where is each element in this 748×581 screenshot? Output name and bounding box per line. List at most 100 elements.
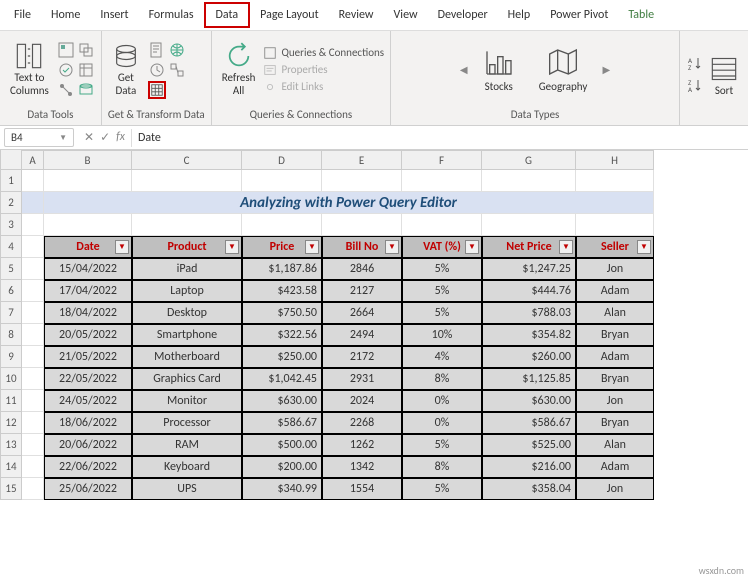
table-cell[interactable]: 20/06/2022 — [44, 434, 132, 456]
cancel-formula-icon[interactable]: ✕ — [84, 130, 94, 145]
filter-button[interactable]: ▼ — [225, 240, 239, 254]
filter-button[interactable]: ▼ — [305, 240, 319, 254]
tab-developer[interactable]: Developer — [428, 4, 498, 26]
table-cell[interactable]: $525.00 — [482, 434, 576, 456]
cell[interactable] — [576, 214, 654, 236]
table-cell[interactable]: Jon — [576, 258, 654, 280]
cell[interactable] — [22, 368, 44, 390]
tab-help[interactable]: Help — [498, 4, 541, 26]
row-header-1[interactable]: 1 — [0, 170, 22, 192]
table-cell[interactable]: $260.00 — [482, 346, 576, 368]
table-header[interactable]: Net Price▼ — [482, 236, 576, 258]
col-header-E[interactable]: E — [322, 150, 402, 170]
table-cell[interactable]: Smartphone — [132, 324, 242, 346]
existing-connections-button[interactable] — [168, 61, 186, 79]
table-cell[interactable]: 17/04/2022 — [44, 280, 132, 302]
cell[interactable] — [132, 214, 242, 236]
table-cell[interactable]: $1,125.85 — [482, 368, 576, 390]
cell[interactable] — [22, 258, 44, 280]
table-cell[interactable]: 2494 — [322, 324, 402, 346]
cell[interactable] — [482, 214, 576, 236]
cell[interactable] — [22, 170, 44, 192]
table-cell[interactable]: 5% — [402, 302, 482, 324]
table-cell[interactable]: $1,042.45 — [242, 368, 322, 390]
filter-button[interactable]: ▼ — [637, 240, 651, 254]
table-cell[interactable]: 2268 — [322, 412, 402, 434]
table-cell[interactable]: iPad — [132, 258, 242, 280]
cell[interactable] — [22, 236, 44, 258]
table-cell[interactable]: Bryan — [576, 368, 654, 390]
datatypes-next[interactable]: ▶ — [599, 63, 613, 76]
cell[interactable] — [322, 170, 402, 192]
data-validation-button[interactable] — [57, 61, 75, 79]
row-header-14[interactable]: 14 — [0, 456, 22, 478]
table-cell[interactable]: $586.67 — [242, 412, 322, 434]
table-cell[interactable]: Desktop — [132, 302, 242, 324]
cell[interactable] — [22, 302, 44, 324]
row-header-7[interactable]: 7 — [0, 302, 22, 324]
cell[interactable] — [132, 170, 242, 192]
table-cell[interactable]: 2024 — [322, 390, 402, 412]
tab-view[interactable]: View — [384, 4, 428, 26]
cell[interactable] — [402, 214, 482, 236]
table-header[interactable]: Price▼ — [242, 236, 322, 258]
table-cell[interactable]: 8% — [402, 368, 482, 390]
row-header-10[interactable]: 10 — [0, 368, 22, 390]
fx-icon[interactable]: fx — [116, 130, 125, 145]
tab-page-layout[interactable]: Page Layout — [250, 4, 328, 26]
cell[interactable] — [22, 456, 44, 478]
table-cell[interactable]: 25/06/2022 — [44, 478, 132, 500]
sort-desc-button[interactable]: ZA — [686, 77, 702, 97]
table-cell[interactable]: 22/06/2022 — [44, 456, 132, 478]
tab-file[interactable]: File — [4, 4, 41, 26]
cell[interactable] — [242, 170, 322, 192]
table-cell[interactable]: Adam — [576, 456, 654, 478]
col-header-F[interactable]: F — [402, 150, 482, 170]
table-header[interactable]: Bill No▼ — [322, 236, 402, 258]
cell[interactable] — [44, 214, 132, 236]
table-cell[interactable]: $1,187.86 — [242, 258, 322, 280]
table-cell[interactable]: $444.76 — [482, 280, 576, 302]
table-cell[interactable]: Alan — [576, 302, 654, 324]
table-cell[interactable]: 15/04/2022 — [44, 258, 132, 280]
from-text-button[interactable] — [148, 41, 166, 59]
cell[interactable] — [22, 280, 44, 302]
name-box[interactable]: B4 ▼ — [4, 128, 74, 147]
sort-button[interactable]: Sort — [706, 53, 742, 99]
table-cell[interactable]: RAM — [132, 434, 242, 456]
table-cell[interactable]: $500.00 — [242, 434, 322, 456]
table-cell[interactable]: Monitor — [132, 390, 242, 412]
filter-button[interactable]: ▼ — [559, 240, 573, 254]
tab-review[interactable]: Review — [329, 4, 384, 26]
datatypes-prev[interactable]: ◀ — [457, 63, 471, 76]
table-cell[interactable]: 2664 — [322, 302, 402, 324]
tab-home[interactable]: Home — [41, 4, 90, 26]
table-cell[interactable]: 0% — [402, 390, 482, 412]
table-cell[interactable]: 2127 — [322, 280, 402, 302]
tab-insert[interactable]: Insert — [90, 4, 138, 26]
text-to-columns-button[interactable]: Text to Columns — [6, 40, 53, 98]
table-cell[interactable]: 24/05/2022 — [44, 390, 132, 412]
refresh-all-button[interactable]: Refresh All — [218, 40, 260, 98]
table-cell[interactable]: UPS — [132, 478, 242, 500]
table-cell[interactable]: Jon — [576, 390, 654, 412]
row-header-5[interactable]: 5 — [0, 258, 22, 280]
cell[interactable] — [22, 478, 44, 500]
table-cell[interactable]: Laptop — [132, 280, 242, 302]
table-cell[interactable]: $250.00 — [242, 346, 322, 368]
table-cell[interactable]: 5% — [402, 258, 482, 280]
tab-formulas[interactable]: Formulas — [139, 4, 204, 26]
table-cell[interactable]: 1262 — [322, 434, 402, 456]
table-cell[interactable]: 2931 — [322, 368, 402, 390]
table-cell[interactable]: 18/04/2022 — [44, 302, 132, 324]
row-header-13[interactable]: 13 — [0, 434, 22, 456]
col-header-D[interactable]: D — [242, 150, 322, 170]
cell[interactable] — [22, 214, 44, 236]
name-box-dropdown-icon[interactable]: ▼ — [59, 133, 67, 143]
table-cell[interactable]: Motherboard — [132, 346, 242, 368]
relationships-button[interactable] — [57, 81, 75, 99]
queries-connections-link[interactable]: Queries & Connections — [263, 46, 384, 60]
col-header-A[interactable]: A — [22, 150, 44, 170]
geography-button[interactable]: Geography — [531, 44, 596, 95]
cell[interactable] — [44, 170, 132, 192]
